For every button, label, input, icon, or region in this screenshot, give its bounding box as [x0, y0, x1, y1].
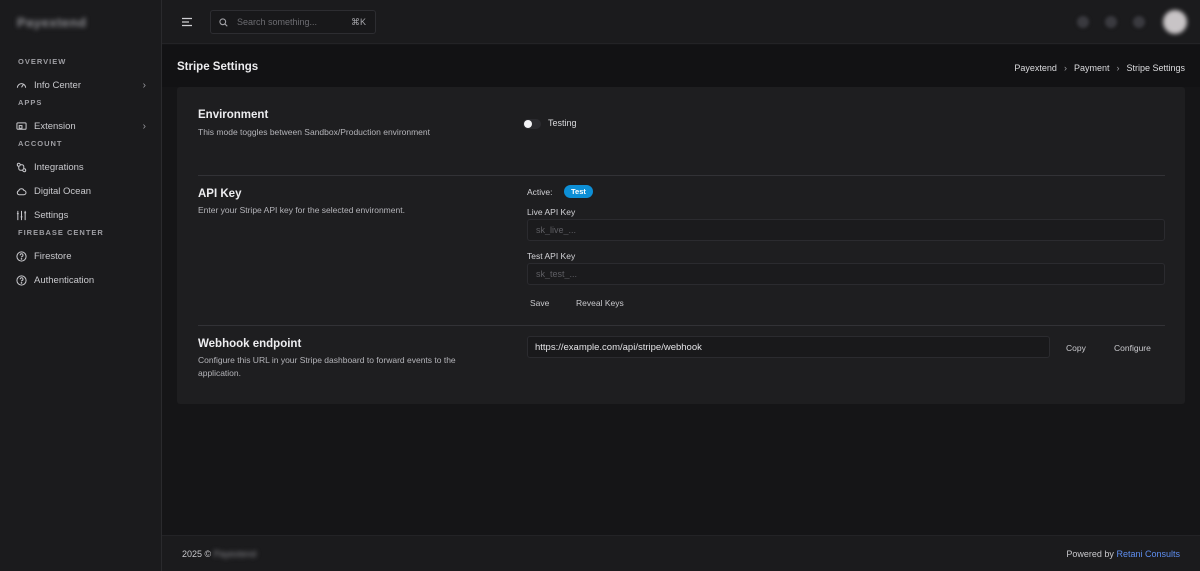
- chevron-right-icon: ›: [1116, 63, 1120, 73]
- chevron-right-icon: ›: [1063, 63, 1067, 73]
- company-link[interactable]: Retani Consults: [1116, 549, 1180, 559]
- cloud-icon: [16, 186, 27, 197]
- configure-button[interactable]: Configure: [1114, 343, 1151, 353]
- notification-icon[interactable]: [1077, 16, 1089, 28]
- toggle-knob: [524, 120, 532, 128]
- nav-section-firebase-center: FIREBASE CENTER: [18, 228, 104, 237]
- gauge-icon: [16, 80, 27, 91]
- sidebar-item-label: Extension: [34, 120, 76, 132]
- settings-icon[interactable]: [1133, 16, 1145, 28]
- environment-toggle-label: Testing: [548, 118, 577, 128]
- sidebar-item-integrations[interactable]: Integrations: [0, 155, 162, 179]
- powered-by: Powered by Retani Consults: [1066, 549, 1180, 559]
- nav-section-apps: APPS: [18, 98, 43, 107]
- cart-icon[interactable]: [1105, 16, 1117, 28]
- copy-button[interactable]: Copy: [1066, 343, 1086, 353]
- stripe-settings-card: Environment This mode toggles between Sa…: [177, 87, 1185, 404]
- webhook-title: Webhook endpoint: [198, 338, 302, 350]
- page-title: Stripe Settings: [177, 61, 259, 73]
- help-circle-icon: [16, 250, 27, 262]
- help-circle-icon: [16, 274, 27, 286]
- sidebar-item-label: Settings: [34, 209, 69, 221]
- api-key-description: Enter your Stripe API key for the select…: [198, 205, 405, 215]
- sidebar-item-label: Digital Ocean: [34, 185, 92, 197]
- powered-by-label: Powered by: [1066, 549, 1114, 559]
- breadcrumb-item-payment[interactable]: Payment: [1074, 63, 1110, 73]
- sidebar-item-extension[interactable]: Extension ›: [0, 114, 162, 138]
- chevron-right-icon: ›: [142, 79, 146, 91]
- search-input[interactable]: [237, 17, 337, 27]
- nav-section-overview: OVERVIEW: [18, 57, 67, 66]
- sidebar-item-label: Firestore: [34, 250, 72, 262]
- section-divider: [198, 175, 1165, 176]
- environment-title: Environment: [198, 109, 269, 121]
- save-button[interactable]: Save: [530, 298, 549, 308]
- copyright-year: 2025 ©: [182, 549, 212, 559]
- webhook-description-line2: application.: [198, 368, 242, 378]
- sidebar-item-authentication[interactable]: Authentication: [0, 268, 162, 292]
- chevron-right-icon: ›: [142, 120, 146, 132]
- api-key-title: API Key: [198, 188, 242, 200]
- sidebar-item-digital-ocean[interactable]: Digital Ocean: [0, 179, 162, 203]
- breadcrumb-item-payextend[interactable]: Payextend: [1014, 63, 1057, 73]
- sliders-icon: [16, 210, 27, 221]
- sidebar-item-info-center[interactable]: Info Center ›: [0, 73, 162, 97]
- active-env-badge: Test: [564, 185, 593, 198]
- page-header: Stripe Settings Payextend › Payment › St…: [162, 45, 1200, 87]
- reveal-keys-button[interactable]: Reveal Keys: [576, 298, 624, 308]
- sidebar-item-label: Integrations: [34, 161, 84, 173]
- sidebar-item-label: Info Center: [34, 79, 81, 91]
- sidebar-item-label: Authentication: [34, 274, 95, 286]
- sidebar: Payextend OVERVIEW Info Center › APPS Ex…: [0, 0, 162, 571]
- test-api-key-input[interactable]: [527, 263, 1165, 285]
- breadcrumb-item-current: Stripe Settings: [1126, 63, 1185, 73]
- footer: 2025 © Payextend Powered by Retani Consu…: [162, 535, 1200, 571]
- live-api-key-label: Live API Key: [527, 207, 576, 217]
- environment-toggle[interactable]: [523, 119, 541, 129]
- topbar-actions: [1077, 0, 1200, 44]
- test-api-key-label: Test API Key: [527, 251, 576, 261]
- environment-description: This mode toggles between Sandbox/Produc…: [198, 127, 431, 137]
- section-divider: [198, 325, 1165, 326]
- menu-toggle-icon[interactable]: [180, 15, 194, 29]
- integrations-icon: [16, 162, 27, 173]
- avatar[interactable]: [1163, 10, 1187, 34]
- search-icon: [219, 17, 228, 27]
- live-api-key-input[interactable]: [527, 219, 1165, 241]
- extension-icon: [16, 121, 27, 132]
- webhook-url-field[interactable]: [527, 336, 1050, 358]
- copyright: 2025 © Payextend: [182, 549, 256, 559]
- nav-section-account: ACCOUNT: [18, 139, 63, 148]
- sidebar-item-firestore[interactable]: Firestore: [0, 244, 162, 268]
- breadcrumb: Payextend › Payment › Stripe Settings: [1014, 63, 1185, 73]
- webhook-description-line1: Configure this URL in your Stripe dashbo…: [198, 355, 456, 365]
- search-shortcut: ⌘K: [350, 17, 366, 27]
- brand-logo[interactable]: Payextend: [0, 0, 161, 44]
- copyright-owner: Payextend: [213, 549, 257, 559]
- active-label: Active:: [527, 187, 553, 197]
- topbar: ⌘K: [162, 0, 1200, 44]
- search-box[interactable]: ⌘K: [210, 10, 376, 34]
- sidebar-item-settings[interactable]: Settings: [0, 203, 162, 227]
